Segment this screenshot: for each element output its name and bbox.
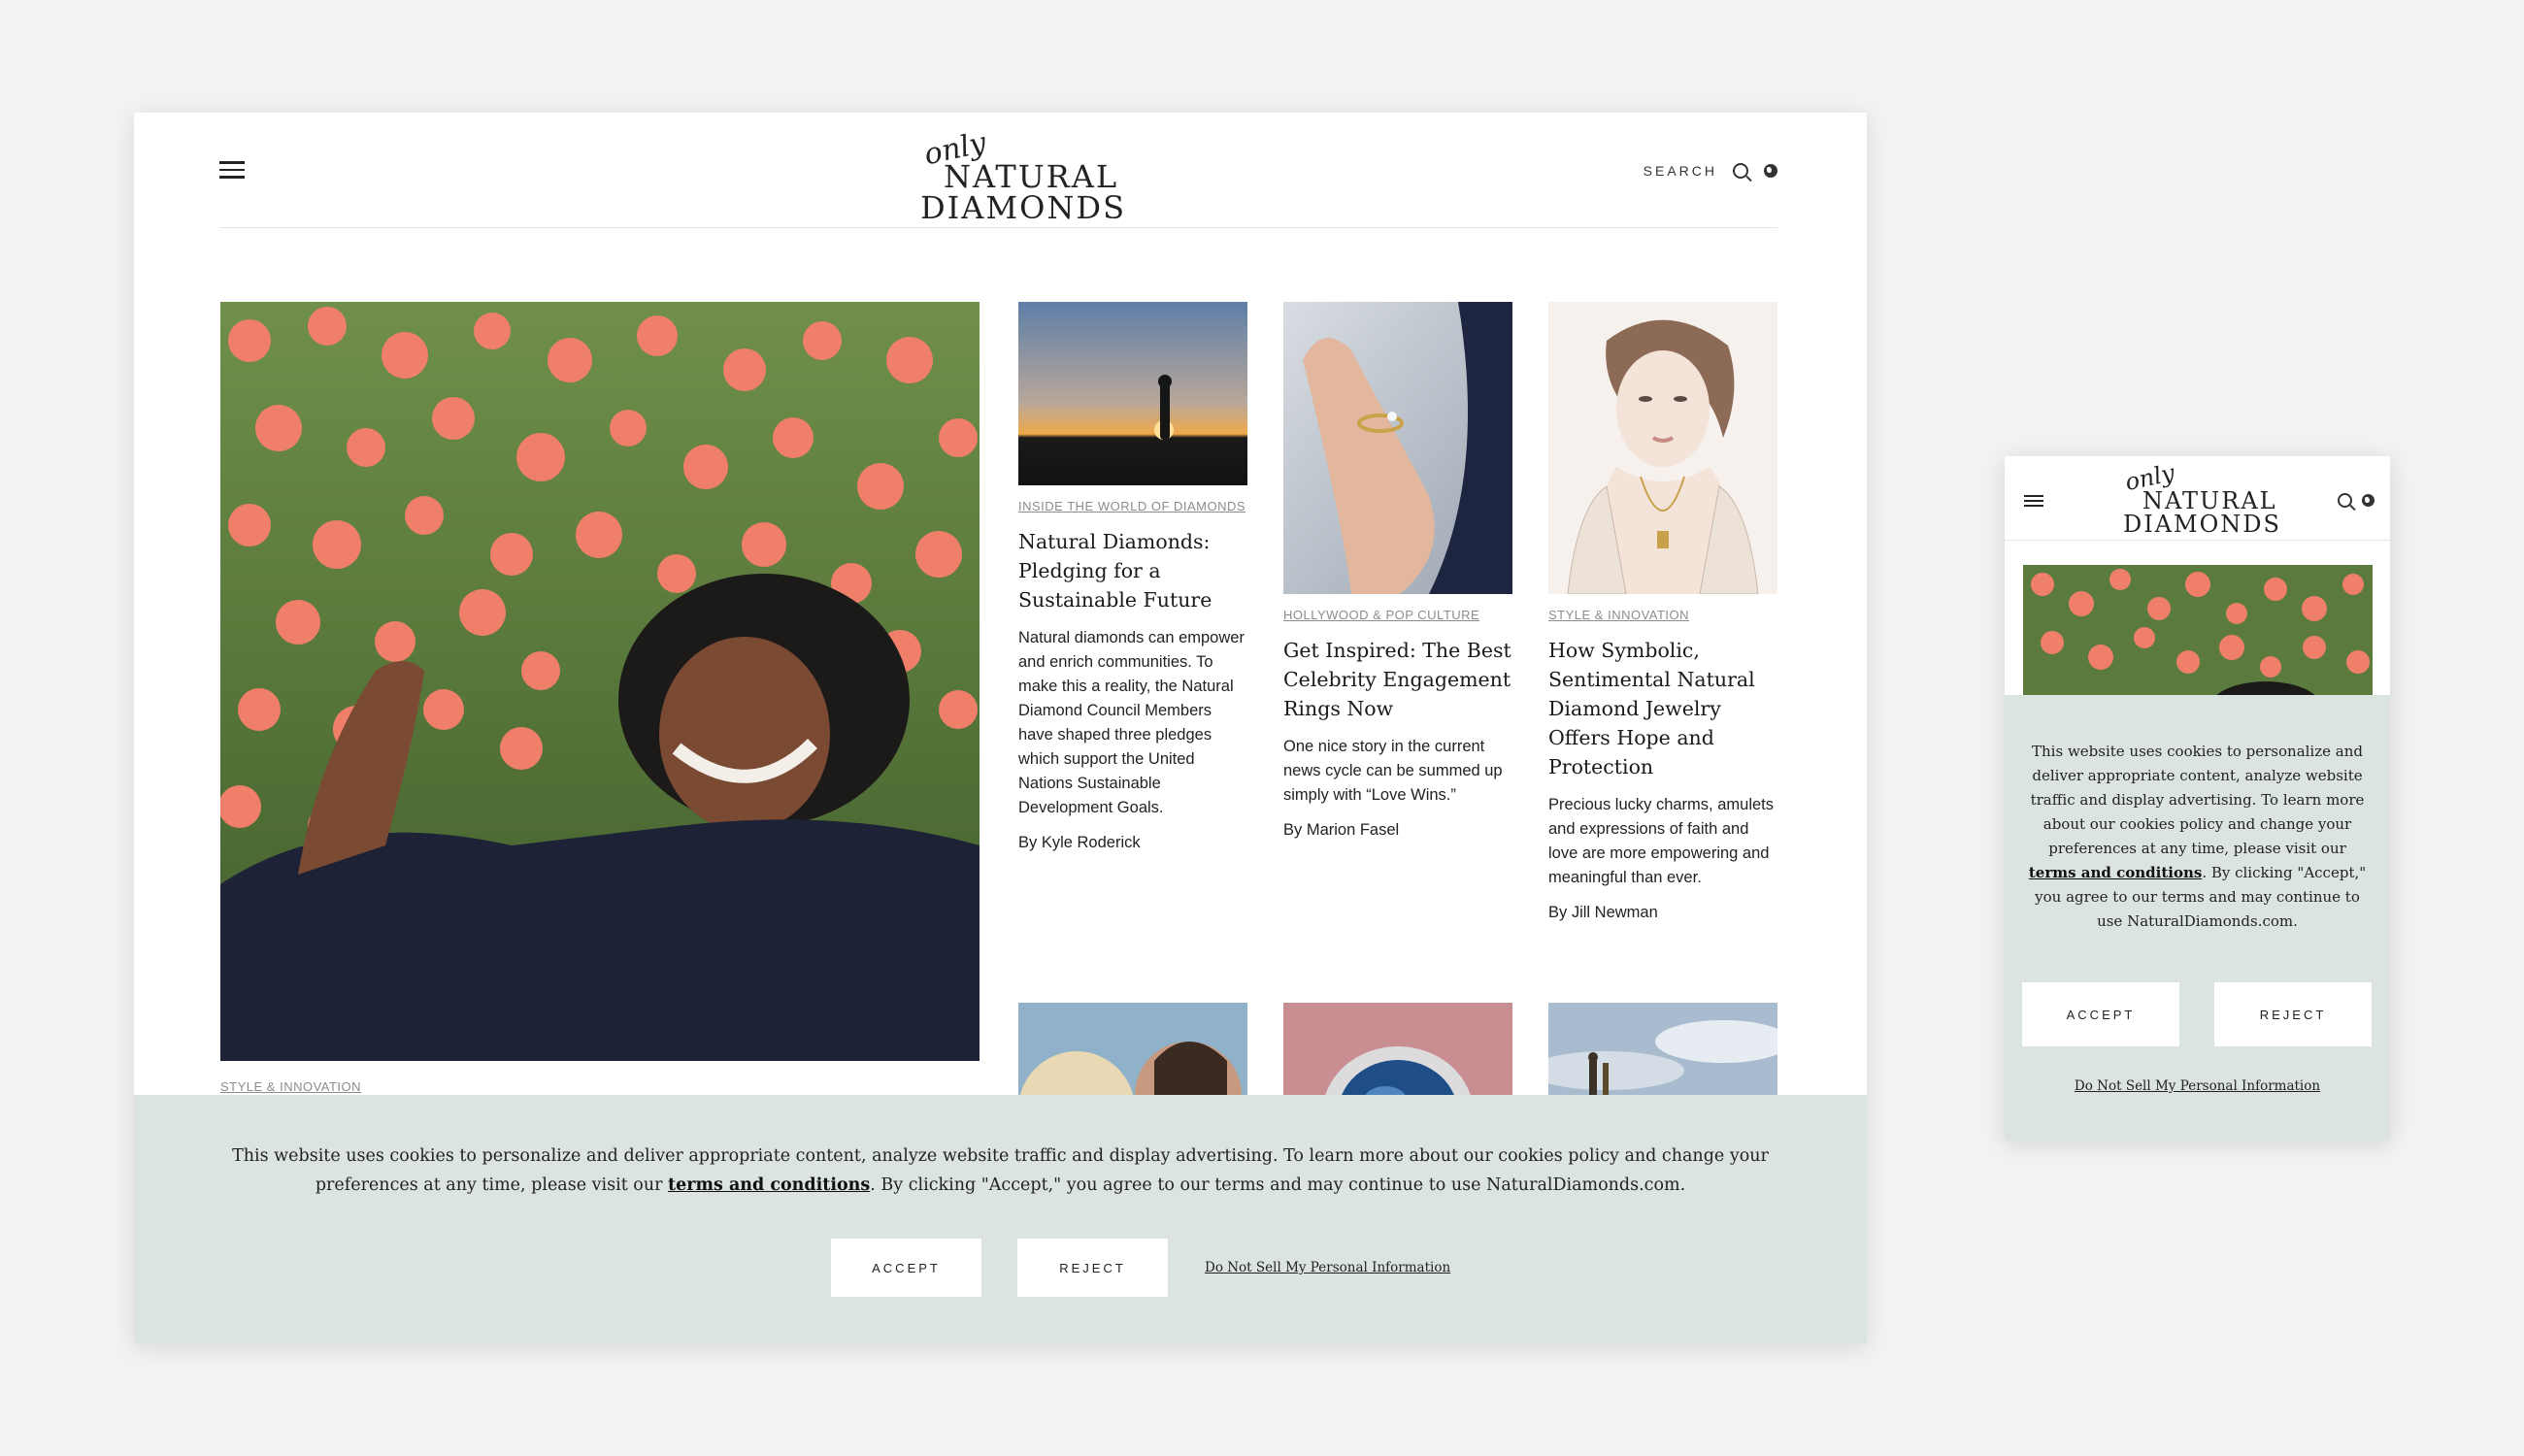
accept-button[interactable]: ACCEPT bbox=[831, 1239, 981, 1297]
article-category-link[interactable]: INSIDE THE WORLD OF DIAMONDS bbox=[1018, 499, 1247, 513]
site-logo[interactable]: only NATURAL DIAMONDS bbox=[920, 126, 1124, 223]
cookie-banner: This website uses cookies to personalize… bbox=[2005, 695, 2390, 1141]
article-byline: By Kyle Roderick bbox=[1018, 834, 1141, 851]
do-not-sell-link[interactable]: Do Not Sell My Personal Information bbox=[2005, 1078, 2390, 1094]
logo-line-diamonds: DIAMONDS bbox=[920, 189, 1126, 226]
globe-icon[interactable] bbox=[1764, 164, 1777, 178]
header-divider bbox=[219, 227, 1777, 228]
article-category-link[interactable]: STYLE & INNOVATION bbox=[1548, 608, 1777, 622]
article-image-sunset[interactable] bbox=[1018, 302, 1247, 485]
article-title[interactable]: How Symbolic, Sentimental Natural Diamon… bbox=[1548, 636, 1777, 781]
accept-button[interactable]: ACCEPT bbox=[2022, 982, 2179, 1046]
search-icon[interactable] bbox=[1733, 163, 1748, 179]
hero-image[interactable] bbox=[2023, 565, 2373, 711]
cookie-message: This website uses cookies to personalize… bbox=[2026, 740, 2369, 934]
cookie-text: This website uses cookies to personalize… bbox=[2030, 743, 2365, 857]
mobile-window: only NATURAL DIAMONDS This website uses … bbox=[2005, 456, 2390, 1141]
terms-link[interactable]: terms and conditions bbox=[2029, 864, 2202, 881]
cookie-message: This website uses cookies to personalize… bbox=[212, 1142, 1789, 1200]
globe-icon[interactable] bbox=[2362, 494, 2375, 507]
article-card: INSIDE THE WORLD OF DIAMONDS Natural Dia… bbox=[1018, 302, 1247, 852]
search-icon[interactable] bbox=[2338, 493, 2352, 508]
logo-line-diamonds: DIAMONDS bbox=[2123, 511, 2281, 538]
hero-image[interactable] bbox=[220, 302, 980, 1061]
header-tools bbox=[2338, 493, 2375, 508]
hamburger-menu-icon[interactable] bbox=[219, 161, 245, 179]
article-image-sky[interactable] bbox=[1548, 1003, 1777, 1100]
article-image-sapphire-ring[interactable] bbox=[1283, 1003, 1512, 1100]
header-divider bbox=[2005, 540, 2390, 541]
reject-button[interactable]: REJECT bbox=[2214, 982, 2372, 1046]
article-category-link[interactable]: HOLLYWOOD & POP CULTURE bbox=[1283, 608, 1512, 622]
article-card: HOLLYWOOD & POP CULTURE Get Inspired: Th… bbox=[1283, 302, 1512, 840]
article-image-couple[interactable] bbox=[1018, 1003, 1247, 1100]
article-excerpt: One nice story in the current news cycle… bbox=[1283, 738, 1503, 804]
do-not-sell-link[interactable]: Do Not Sell My Personal Information bbox=[1205, 1260, 1450, 1275]
desktop-window: only NATURAL DIAMONDS SEARCH STYLE & INN… bbox=[134, 113, 1867, 1344]
terms-link[interactable]: terms and conditions bbox=[668, 1175, 870, 1195]
cookie-banner: This website uses cookies to personalize… bbox=[134, 1095, 1867, 1344]
search-label[interactable]: SEARCH bbox=[1644, 163, 1717, 179]
hamburger-menu-icon[interactable] bbox=[2024, 495, 2043, 509]
article-title[interactable]: Natural Diamonds: Pledging for a Sustain… bbox=[1018, 527, 1247, 614]
site-header: only NATURAL DIAMONDS SEARCH bbox=[134, 113, 1867, 229]
article-byline: By Jill Newman bbox=[1548, 904, 1658, 921]
article-image-ring-hand[interactable] bbox=[1283, 302, 1512, 594]
header-tools: SEARCH bbox=[1644, 159, 1777, 182]
site-logo[interactable]: only NATURAL DIAMONDS bbox=[2123, 459, 2281, 538]
cookie-text-end: . By clicking "Accept," you agree to our… bbox=[870, 1175, 1686, 1195]
article-excerpt: Natural diamonds can empower and enrich … bbox=[1018, 629, 1245, 816]
reject-button[interactable]: REJECT bbox=[1017, 1239, 1168, 1297]
article-byline: By Marion Fasel bbox=[1283, 821, 1400, 839]
article-title[interactable]: Get Inspired: The Best Celebrity Engagem… bbox=[1283, 636, 1512, 723]
article-card: STYLE & INNOVATION How Symbolic, Sentime… bbox=[1548, 302, 1777, 922]
article-image-illustration[interactable] bbox=[1548, 302, 1777, 594]
article-excerpt: Precious lucky charms, amulets and expre… bbox=[1548, 796, 1774, 886]
hero-category-link[interactable]: STYLE & INNOVATION bbox=[220, 1079, 361, 1094]
logo-line-natural: NATURAL bbox=[2142, 487, 2277, 514]
